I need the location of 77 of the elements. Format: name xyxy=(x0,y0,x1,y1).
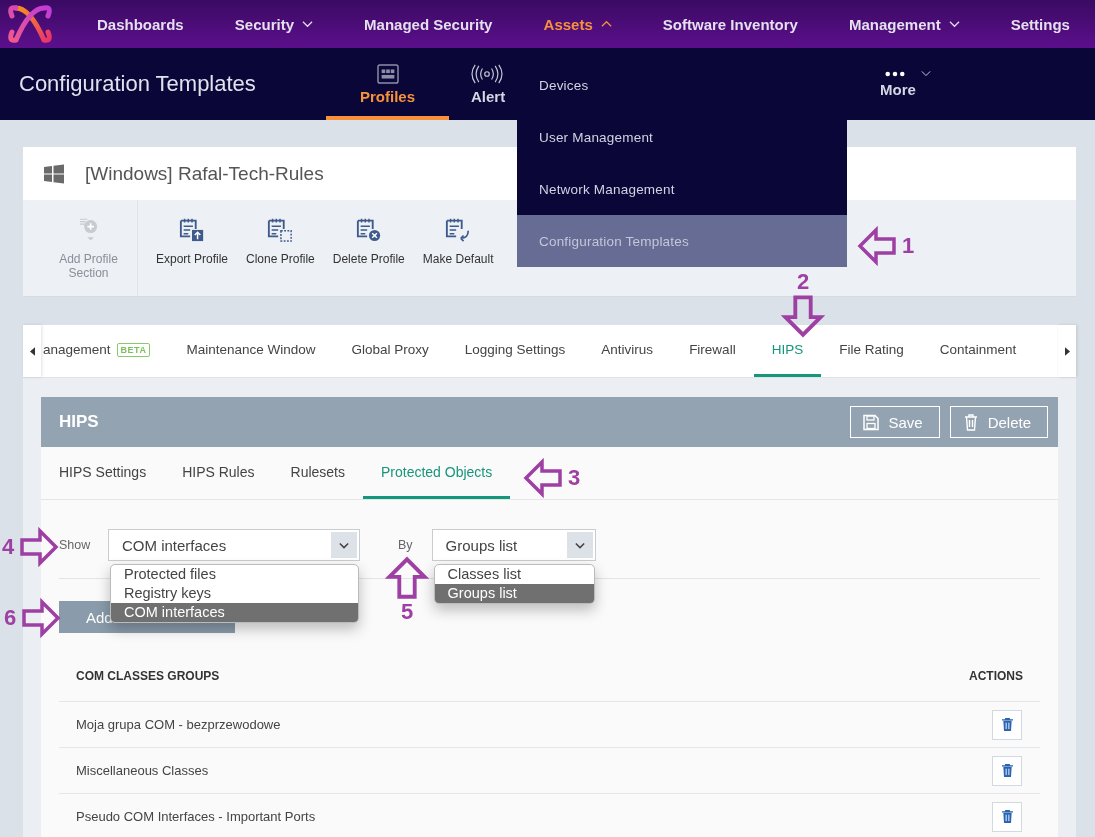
settings-tab[interactable]: HIPS xyxy=(753,325,822,377)
sub-tab[interactable]: Rulesets xyxy=(272,447,363,499)
page-title: Configuration Templates xyxy=(18,70,257,98)
by-select[interactable]: Groups list xyxy=(431,529,596,561)
chevron-icon xyxy=(600,20,612,28)
table-cell: Pseudo COM Interfaces - Important Ports xyxy=(76,809,316,824)
annotation-number: 2 xyxy=(796,270,810,294)
settings-tab[interactable]: Firewall xyxy=(671,325,754,377)
signal-waves-icon xyxy=(471,63,503,84)
annotation-number: 5 xyxy=(400,600,414,624)
delete-button[interactable] xyxy=(992,709,1022,740)
by-label: By xyxy=(398,538,413,552)
trash-icon xyxy=(1001,718,1013,731)
option[interactable]: Classes list xyxy=(434,565,594,584)
table-cell: Moja grupa COM - bezprzewodowe xyxy=(76,717,281,732)
settings-tab[interactable]: Containment xyxy=(921,325,1035,377)
clipboard-icon xyxy=(445,216,472,242)
menu-item[interactable]: Network Management xyxy=(517,163,847,215)
table-cell: Miscellaneous Classes xyxy=(76,763,209,778)
annotation-number: 1 xyxy=(902,234,915,258)
chevron-icon xyxy=(302,20,313,28)
annotation-number: 6 xyxy=(4,606,17,630)
caret-left-icon xyxy=(29,346,35,356)
option[interactable]: Protected files xyxy=(111,565,358,584)
settings-tab[interactable]: Antivirus xyxy=(583,325,672,377)
profile-title: [Windows] Rafal-Tech-Rules xyxy=(85,162,324,185)
trash-icon xyxy=(1001,810,1013,823)
toolbar-button[interactable]: Clone Profile xyxy=(242,200,319,296)
section-tab[interactable]: More xyxy=(865,48,931,120)
annotation-number: 3 xyxy=(568,466,581,490)
sub-tab[interactable]: HIPS Rules xyxy=(164,447,273,499)
windows-icon xyxy=(44,163,64,184)
nav-item[interactable]: Management xyxy=(849,15,960,33)
annotation-number: 4 xyxy=(2,535,15,559)
show-label: Show xyxy=(59,538,92,552)
more-dots-icon xyxy=(885,70,905,77)
nav-item[interactable]: Settings xyxy=(1010,15,1070,33)
logo-icon[interactable] xyxy=(7,2,53,46)
trash-icon xyxy=(962,413,979,431)
settings-tab[interactable]: Logging Settings xyxy=(446,325,584,377)
option[interactable]: Groups list xyxy=(434,584,594,603)
delete-button[interactable] xyxy=(992,801,1022,832)
settings-tab[interactable]: Maintenance Window xyxy=(168,325,334,377)
option[interactable]: COM interfaces xyxy=(111,603,358,622)
clipboard-icon xyxy=(179,216,205,242)
column-header: COM CLASSES GROUPS xyxy=(76,669,220,683)
sub-tab[interactable]: Protected Objects xyxy=(363,447,511,499)
section-tab[interactable]: Profiles xyxy=(326,48,449,120)
scroll-right-button[interactable] xyxy=(1058,325,1076,377)
chevron-icon xyxy=(921,70,931,77)
nav-item[interactable]: Security xyxy=(234,15,313,33)
column-header: ACTIONS xyxy=(969,669,1023,683)
caret-right-icon xyxy=(1064,346,1070,356)
delete-button[interactable] xyxy=(992,755,1022,786)
chevron-icon xyxy=(339,541,349,549)
settings-tab[interactable]: File Rating xyxy=(821,325,922,377)
settings-tab[interactable]: Global Proxy xyxy=(333,325,447,377)
chevron-icon xyxy=(574,541,585,549)
profiles-icon xyxy=(376,63,399,84)
option[interactable]: Registry keys xyxy=(111,584,358,603)
show-select[interactable]: COM interfaces xyxy=(108,529,360,561)
scroll-left-button[interactable] xyxy=(23,325,41,377)
clipboard-icon xyxy=(267,216,294,242)
sub-tab[interactable]: HIPS Settings xyxy=(41,447,165,499)
panel-title: HIPS xyxy=(59,412,99,432)
nav-item[interactable]: Managed Security xyxy=(364,15,493,33)
toolbar-button[interactable]: Delete Profile xyxy=(328,200,409,296)
beta-badge: BETA xyxy=(116,342,151,357)
nav-item[interactable]: Software Inventory xyxy=(662,15,798,33)
nav-item[interactable]: Assets xyxy=(543,15,612,33)
clipboard-icon xyxy=(355,216,382,242)
trash-icon xyxy=(1001,764,1013,777)
toolbar-button[interactable]: Make Default xyxy=(418,200,498,296)
toolbar-button[interactable]: Export Profile xyxy=(152,200,233,296)
settings-tab[interactable]: anagement BETA xyxy=(41,325,169,377)
chevron-icon xyxy=(948,20,960,28)
nav-item[interactable]: Dashboards xyxy=(97,15,184,33)
